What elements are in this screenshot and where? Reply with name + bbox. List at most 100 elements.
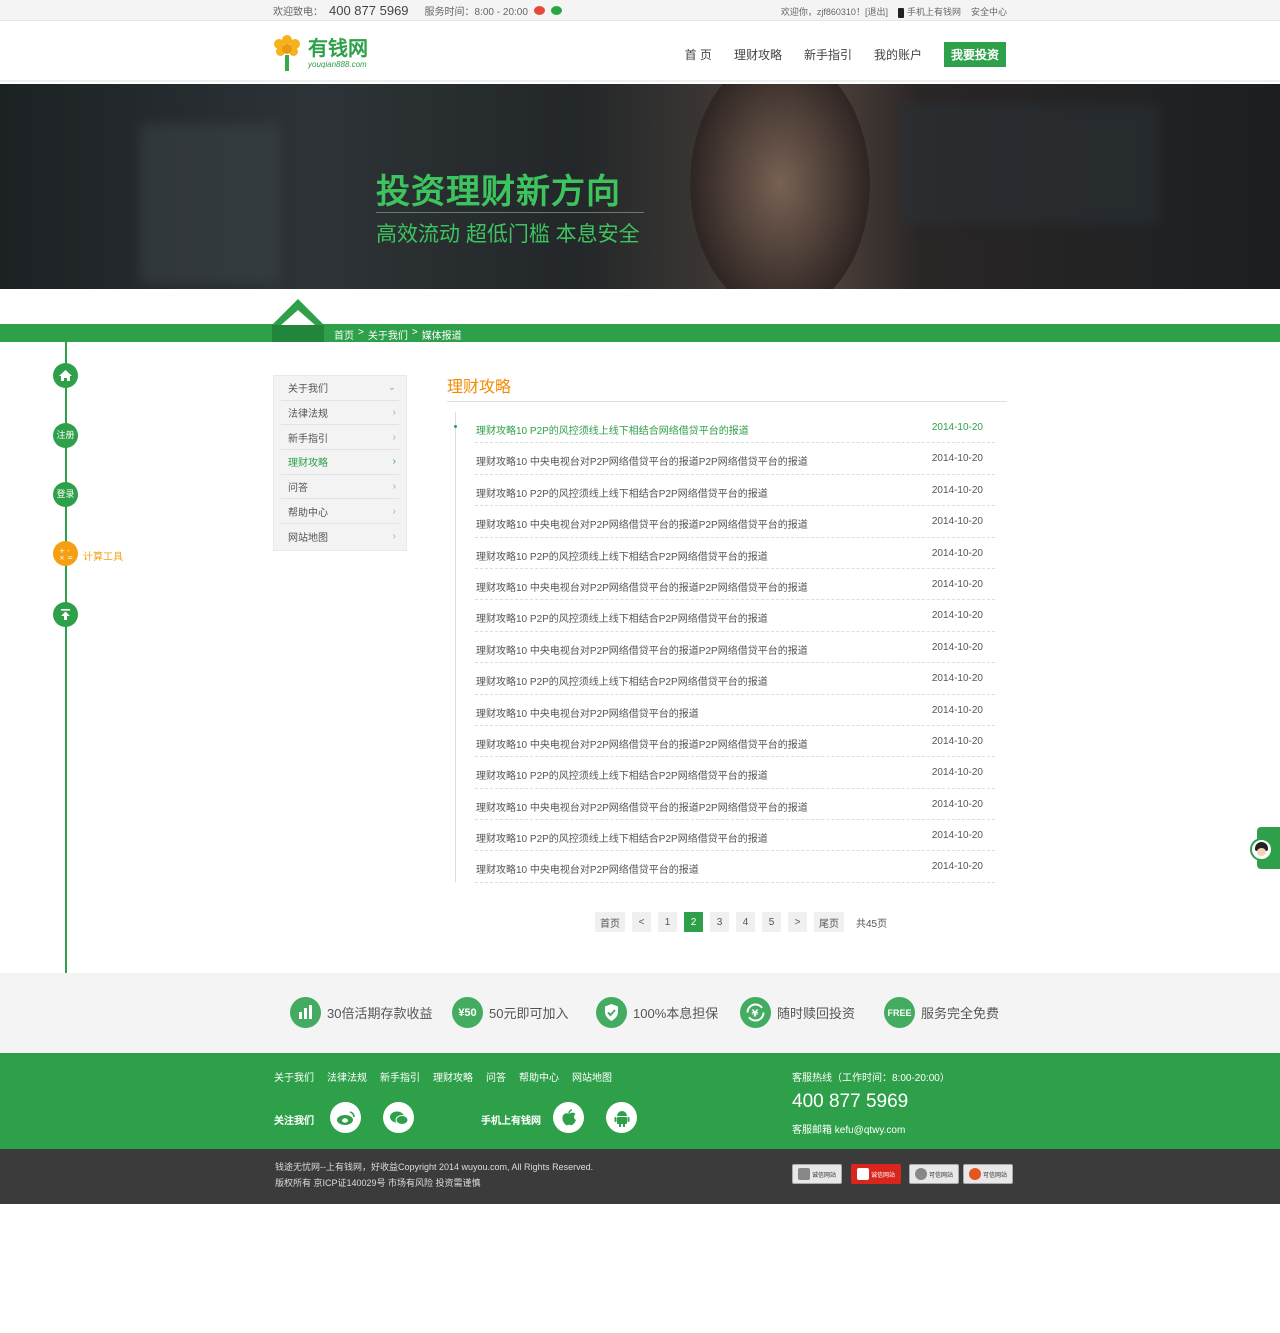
chevron-right-icon: › <box>392 505 396 517</box>
list-item[interactable]: 理财攻略10 P2P的风控须线上线下相结合P2P网络借贷平台的报道 2014-10… <box>447 538 1007 569</box>
pager-page[interactable]: 1 <box>658 912 677 932</box>
pager-prev[interactable]: < <box>632 912 651 932</box>
cert-badge[interactable]: 可信网站 <box>963 1164 1013 1184</box>
list-item[interactable]: 理财攻略10 P2P的风控须线上线下相结合P2P网络借贷平台的报道 2014-10… <box>447 663 1007 695</box>
android-icon[interactable] <box>606 1102 637 1133</box>
wechat-icon[interactable] <box>550 6 562 15</box>
footer-link[interactable]: 帮助中心 <box>519 1069 559 1084</box>
breadcrumb-separator: > <box>358 327 364 338</box>
pager-next[interactable]: > <box>788 912 807 932</box>
footer-link[interactable]: 关于我们 <box>274 1069 314 1084</box>
article-title[interactable]: 理财攻略10 P2P的风控须线上线下相结合P2P网络借贷平台的报道 <box>476 673 768 688</box>
breadcrumb-home[interactable]: 首页 <box>334 327 354 342</box>
pager-page-current[interactable]: 2 <box>684 912 703 932</box>
article-title[interactable]: 理财攻略10 P2P的风控须线上线下相结合P2P网络借贷平台的报道 <box>476 830 768 845</box>
footer-link[interactable]: 问答 <box>486 1069 506 1084</box>
cert-icon <box>856 1168 869 1180</box>
feature-label: 30倍活期存款收益 <box>327 1006 433 1021</box>
menu-item-strategy[interactable]: 理财攻略 › <box>281 450 399 475</box>
menu-item-about[interactable]: 关于我们 ⌄ <box>281 376 399 401</box>
section-divider <box>447 401 1007 402</box>
article-title[interactable]: 理财攻略10 中央电视台对P2P网络借贷平台的报道P2P网络借贷平台的报道 <box>476 516 808 531</box>
nav-account[interactable]: 我的账户 <box>874 46 922 63</box>
list-item[interactable]: 理财攻略10 中央电视台对P2P网络借贷平台的报道P2P网络借贷平台的报道 201… <box>447 443 1007 475</box>
list-item[interactable]: 理财攻略10 P2P的风控须线上线下相结合P2P网络借贷平台的报道 2014-10… <box>447 600 1007 632</box>
footer-link[interactable]: 理财攻略 <box>433 1069 473 1084</box>
security-center-link[interactable]: 安全中心 <box>971 5 1007 18</box>
chevron-right-icon: › <box>392 530 396 542</box>
article-title[interactable]: 理财攻略10 中央电视台对P2P网络借贷平台的报道 <box>476 861 699 876</box>
mobile-icon <box>897 7 904 18</box>
pager-page[interactable]: 4 <box>736 912 755 932</box>
breadcrumb-about[interactable]: 关于我们 <box>368 327 408 342</box>
article-title[interactable]: 理财攻略10 中央电视台对P2P网络借贷平台的报道 <box>476 705 699 720</box>
list-item[interactable]: 理财攻略10 中央电视台对P2P网络借贷平台的报道P2P网络借贷平台的报道 201… <box>447 789 1007 821</box>
main-nav: 首 页 理财攻略 新手指引 我的账户 我要投资 <box>685 42 1006 67</box>
list-item[interactable]: 理财攻略10 中央电视台对P2P网络借贷平台的报道P2P网络借贷平台的报道 201… <box>447 632 1007 664</box>
article-title[interactable]: 理财攻略10 中央电视台对P2P网络借贷平台的报道P2P网络借贷平台的报道 <box>476 799 808 814</box>
customer-service-avatar[interactable] <box>1250 838 1273 861</box>
weibo-icon[interactable] <box>533 6 545 15</box>
back-to-top-icon[interactable] <box>53 602 78 627</box>
article-title[interactable]: 理财攻略10 中央电视台对P2P网络借贷平台的报道P2P网络借贷平台的报道 <box>476 453 808 468</box>
list-item[interactable]: 理财攻略10 P2P的风控须线上线下相结合P2P网络借贷平台的报道 2014-10… <box>447 475 1007 507</box>
menu-item-laws[interactable]: 法律法规 › <box>281 401 399 426</box>
nav-home[interactable]: 首 页 <box>685 46 712 63</box>
logo[interactable]: 有钱网 youqian888.com <box>272 35 368 71</box>
list-item[interactable]: 理财攻略10 P2P的风控须线上线下相结合网络借贷平台的报道 2014-10-20 <box>447 412 1007 444</box>
list-item[interactable]: 理财攻略10 中央电视台对P2P网络借贷平台的报道P2P网络借贷平台的报道 201… <box>447 726 1007 758</box>
calculator-icon[interactable]: + - × = <box>53 541 78 566</box>
login-button[interactable]: 登录 <box>53 482 78 507</box>
footer-link[interactable]: 法律法规 <box>327 1069 367 1084</box>
article-title[interactable]: 理财攻略10 P2P的风控须线上线下相结合P2P网络借贷平台的报道 <box>476 610 768 625</box>
feature-label: 100%本息担保 <box>633 1006 719 1021</box>
hero-banner: 投资理财新方向 高效流动 超低门槛 本息安全 <box>0 84 1280 289</box>
article-title[interactable]: 理财攻略10 中央电视台对P2P网络借贷平台的报道P2P网络借贷平台的报道 <box>476 736 808 751</box>
menu-item-qa[interactable]: 问答 › <box>281 475 399 500</box>
cert-badge[interactable]: 诚信网站 <box>851 1164 901 1184</box>
weibo-icon[interactable] <box>330 1102 361 1133</box>
menu-item-guide[interactable]: 新手指引 › <box>281 425 399 451</box>
pager-last[interactable]: 尾页 <box>814 912 844 932</box>
list-item[interactable]: 理财攻略10 中央电视台对P2P网络借贷平台的报道P2P网络借贷平台的报道 201… <box>447 569 1007 601</box>
article-title[interactable]: 理财攻略10 P2P的风控须线上线下相结合P2P网络借贷平台的报道 <box>476 767 768 782</box>
banner-subline: 高效流动 超低门槛 本息安全 <box>376 223 640 246</box>
footer-link[interactable]: 新手指引 <box>380 1069 420 1084</box>
home-icon[interactable] <box>53 363 78 388</box>
mobile-site-link[interactable]: 手机上有钱网 <box>897 5 961 18</box>
footer-link[interactable]: 网站地图 <box>572 1069 612 1084</box>
calculator-label[interactable]: 计算工具 <box>83 548 123 563</box>
list-item[interactable]: 理财攻略10 中央电视台对P2P网络借贷平台的报道P2P网络借贷平台的报道 201… <box>447 506 1007 538</box>
article-title[interactable]: 理财攻略10 中央电视台对P2P网络借贷平台的报道P2P网络借贷平台的报道 <box>476 579 808 594</box>
apple-icon[interactable] <box>553 1102 584 1133</box>
list-item[interactable]: 理财攻略10 中央电视台对P2P网络借贷平台的报道 2014-10-20 <box>447 695 1007 726</box>
pager-page[interactable]: 5 <box>762 912 781 932</box>
feature-item: FREE 服务完全免费 <box>884 997 999 1028</box>
article-title[interactable]: 理财攻略10 P2P的风控须线上线下相结合P2P网络借贷平台的报道 <box>476 548 768 563</box>
list-item[interactable]: 理财攻略10 中央电视台对P2P网络借贷平台的报道 2014-10-20 <box>447 851 1007 883</box>
pager-first[interactable]: 首页 <box>595 912 625 932</box>
menu-item-help[interactable]: 帮助中心 › <box>281 499 399 525</box>
feature-item: 30倍活期存款收益 <box>290 997 432 1028</box>
footer-main: 关于我们 法律法规 新手指引 理财攻略 问答 帮助中心 网站地图 关注我们 手机… <box>0 1053 1280 1149</box>
nav-strategy[interactable]: 理财攻略 <box>734 46 782 63</box>
logout-link[interactable]: [退出] <box>865 7 888 17</box>
article-title[interactable]: 理财攻略10 P2P的风控须线上线下相结合网络借贷平台的报道 <box>476 422 749 437</box>
active-dot-icon <box>454 425 457 428</box>
invest-button[interactable]: 我要投资 <box>943 42 1006 67</box>
register-button[interactable]: 注册 <box>53 423 78 448</box>
article-title[interactable]: 理财攻略10 P2P的风控须线上线下相结合P2P网络借贷平台的报道 <box>476 485 768 500</box>
list-item[interactable]: 理财攻略10 P2P的风控须线上线下相结合P2P网络借贷平台的报道 2014-10… <box>447 757 1007 789</box>
nav-guide[interactable]: 新手指引 <box>804 46 852 63</box>
top-bar-left: 欢迎致电： 400 877 5969 服务时间：8:00 - 20:00 <box>273 3 562 18</box>
breadcrumb-separator: > <box>411 327 418 338</box>
pagination: 首页 < 1 2 3 4 5 > 尾页 共45页 <box>595 912 892 932</box>
cert-badge[interactable]: 可信网站 <box>909 1164 959 1184</box>
feature-item: ¥ 随时赎回投资 <box>740 997 855 1028</box>
menu-item-sitemap[interactable]: 网站地图 › <box>281 524 399 549</box>
article-title[interactable]: 理财攻略10 中央电视台对P2P网络借贷平台的报道P2P网络借贷平台的报道 <box>476 642 808 657</box>
list-item[interactable]: 理财攻略10 P2P的风控须线上线下相结合P2P网络借贷平台的报道 2014-10… <box>447 820 1007 852</box>
cert-badge[interactable]: 诚信网站 <box>792 1164 842 1184</box>
wechat-icon[interactable] <box>383 1102 414 1133</box>
pager-page[interactable]: 3 <box>710 912 729 932</box>
